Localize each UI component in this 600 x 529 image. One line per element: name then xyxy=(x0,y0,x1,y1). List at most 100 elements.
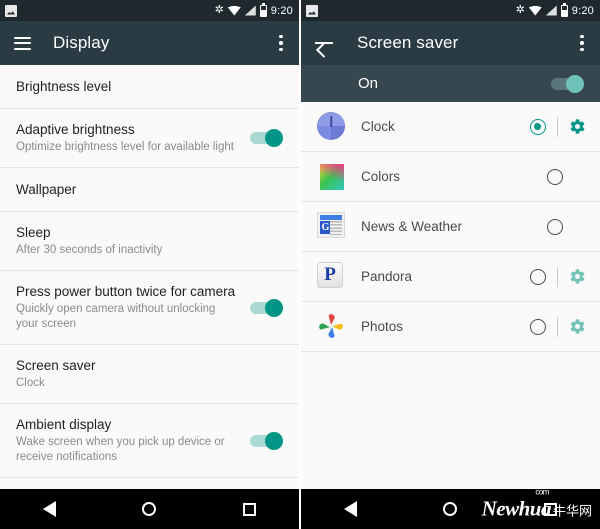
setting-title: Ambient display xyxy=(16,417,112,432)
setting-subtitle: Clock xyxy=(16,377,45,389)
screensaver-row-news-weather[interactable]: G News & Weather xyxy=(301,202,600,252)
control-divider xyxy=(557,266,558,287)
dual-screenshot-composite: ✲ 9:20 Display Brightness level Adaptive… xyxy=(0,0,600,529)
back-arrow-icon[interactable] xyxy=(315,35,335,51)
status-bar-clock: 9:20 xyxy=(270,4,293,17)
more-vertical-icon[interactable] xyxy=(279,34,283,52)
control-divider xyxy=(557,316,558,337)
navigation-bar-left xyxy=(0,489,299,529)
ambient-display-toggle[interactable] xyxy=(250,431,283,450)
screen-saver-toolbar: Screen saver xyxy=(301,21,600,65)
gear-icon[interactable] xyxy=(569,268,586,285)
back-triangle-icon[interactable] xyxy=(344,501,358,517)
hamburger-icon[interactable] xyxy=(14,36,31,50)
bluetooth-icon: ✲ xyxy=(515,4,525,16)
screensaver-controls xyxy=(530,316,586,337)
pandora-app-icon: P xyxy=(317,261,347,292)
setting-subtitle: After 30 seconds of inactivity xyxy=(16,244,163,256)
setting-row-font-size[interactable]: Font size Default xyxy=(0,478,299,489)
screenshot-icon xyxy=(306,4,318,17)
adaptive-brightness-toggle[interactable] xyxy=(250,129,283,147)
screensaver-row-clock[interactable]: Clock xyxy=(301,102,600,152)
setting-row-adaptive-brightness[interactable]: Adaptive brightness Optimize brightness … xyxy=(0,109,299,168)
back-triangle-icon[interactable] xyxy=(43,501,57,517)
control-divider xyxy=(557,116,558,137)
screensaver-controls xyxy=(547,218,586,235)
setting-subtitle: Wake screen when you pick up device or r… xyxy=(16,436,225,463)
screensaver-label: Colors xyxy=(361,169,401,184)
setting-title: Brightness level xyxy=(16,79,112,94)
screensaver-row-pandora[interactable]: P Pandora xyxy=(301,252,600,302)
setting-subtitle: Quickly open camera without unlocking yo… xyxy=(16,303,216,330)
left-phone-screen: ✲ 9:20 Display Brightness level Adaptive… xyxy=(0,0,299,529)
status-bar-system-icons: ✲ 9:20 xyxy=(214,2,293,17)
status-bar-system-icons: ✲ 9:20 xyxy=(515,2,594,17)
screensaver-controls xyxy=(530,266,586,287)
watermark-name: Newhua com xyxy=(481,487,552,521)
screensaver-radio-news-weather[interactable] xyxy=(547,218,563,235)
screensaver-label: Photos xyxy=(361,319,404,334)
power-button-camera-toggle[interactable] xyxy=(250,298,283,317)
setting-title: Sleep xyxy=(16,225,51,240)
setting-title: Screen saver xyxy=(16,358,96,373)
setting-row-ambient-display[interactable]: Ambient display Wake screen when you pic… xyxy=(0,404,299,478)
more-vertical-icon[interactable] xyxy=(580,34,584,52)
gear-icon[interactable] xyxy=(569,118,586,135)
colors-app-icon xyxy=(317,162,347,192)
watermark-chinese: 牛华网 xyxy=(552,504,592,520)
screen-saver-master-toggle[interactable] xyxy=(551,74,584,93)
screensaver-label: News & Weather xyxy=(361,219,463,234)
home-circle-icon[interactable] xyxy=(443,502,458,516)
wifi-icon xyxy=(528,5,542,16)
status-bar-notifications xyxy=(306,4,516,17)
setting-row-brightness-level[interactable]: Brightness level xyxy=(0,65,299,109)
screen-saver-master-switch-bar[interactable]: On xyxy=(301,65,600,102)
page-title: Display xyxy=(53,33,110,52)
setting-subtitle: Optimize brightness level for available … xyxy=(16,141,234,153)
status-bar-clock: 9:20 xyxy=(571,4,594,17)
cellular-signal-icon xyxy=(545,5,557,16)
screensaver-options-list: Clock Colors G News & Weather P Pandora … xyxy=(301,102,600,489)
status-bar-notifications xyxy=(5,4,215,17)
clock-app-icon xyxy=(317,111,347,142)
screensaver-row-photos[interactable]: Photos xyxy=(301,302,600,352)
bluetooth-icon: ✲ xyxy=(214,4,224,16)
battery-icon xyxy=(560,2,568,17)
screensaver-label: Clock xyxy=(361,119,395,134)
wifi-icon xyxy=(227,5,241,16)
display-settings-list: Brightness level Adaptive brightness Opt… xyxy=(0,65,299,489)
screensaver-label: Pandora xyxy=(361,269,413,284)
page-title: Screen saver xyxy=(357,33,459,52)
screenshot-icon xyxy=(5,4,17,17)
recents-square-icon[interactable] xyxy=(242,502,256,516)
display-toolbar: Display xyxy=(0,21,299,65)
right-phone-screen: ✲ 9:20 Screen saver On Clock Colors G Ne… xyxy=(301,0,600,529)
navigation-bar-right: Newhua com 牛华网 xyxy=(301,487,600,529)
setting-row-sleep[interactable]: Sleep After 30 seconds of inactivity xyxy=(0,212,299,271)
cellular-signal-icon xyxy=(244,5,256,16)
screensaver-radio-pandora[interactable] xyxy=(530,268,546,285)
photos-app-icon xyxy=(317,312,347,342)
setting-title: Adaptive brightness xyxy=(16,122,135,137)
setting-row-screen-saver[interactable]: Screen saver Clock xyxy=(0,345,299,404)
screensaver-row-colors[interactable]: Colors xyxy=(301,152,600,202)
setting-row-power-button-camera[interactable]: Press power button twice for camera Quic… xyxy=(0,271,299,345)
recents-square-icon[interactable] xyxy=(543,502,557,516)
master-switch-label: On xyxy=(358,75,379,92)
news-weather-app-icon: G xyxy=(317,211,347,242)
screensaver-controls xyxy=(530,116,586,137)
battery-icon xyxy=(259,2,267,17)
screensaver-controls xyxy=(547,168,586,185)
status-bar-left: ✲ 9:20 xyxy=(0,0,299,21)
screensaver-radio-clock[interactable] xyxy=(530,118,546,135)
status-bar-right: ✲ 9:20 xyxy=(301,0,600,21)
site-watermark: Newhua com 牛华网 xyxy=(481,487,592,522)
screensaver-radio-colors[interactable] xyxy=(547,168,563,185)
setting-title: Wallpaper xyxy=(16,182,77,197)
screensaver-radio-photos[interactable] xyxy=(530,318,546,335)
watermark-domain: com xyxy=(535,487,549,497)
setting-title: Press power button twice for camera xyxy=(16,284,236,299)
setting-row-wallpaper[interactable]: Wallpaper xyxy=(0,168,299,212)
home-circle-icon[interactable] xyxy=(142,502,157,516)
gear-icon[interactable] xyxy=(569,318,586,335)
